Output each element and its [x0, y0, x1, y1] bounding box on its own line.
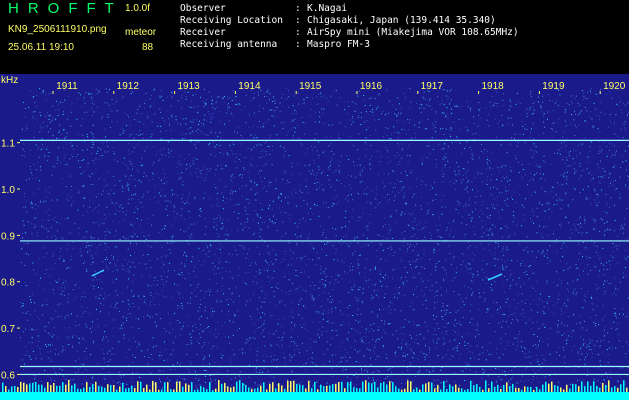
version-label: 1.0.0f: [125, 3, 151, 14]
info-value: Maspro FM-3: [307, 39, 370, 50]
meteor-count: 88: [142, 42, 154, 53]
y-tick-label: 1.1: [1, 139, 15, 150]
info-row-observer: Observer: K.Nagai: [180, 3, 519, 15]
info-row-receiver: Receiver: AirSpy mini (Miakejima VOR 108.…: [180, 27, 519, 39]
filename-label: KN9_2506111910.png: [8, 24, 107, 35]
info-separator: :: [295, 15, 301, 26]
x-tick-label: 1915: [299, 81, 322, 92]
info-value: K.Nagai: [307, 3, 348, 14]
mode-label: meteor: [125, 27, 157, 38]
info-key: Observer: [180, 3, 226, 14]
info-value: AirSpy mini (Miakejima VOR 108.65MHz): [307, 27, 519, 38]
y-axis-unit: kHz: [1, 75, 18, 86]
info-separator: :: [295, 39, 301, 50]
waterfall-background: [0, 74, 629, 400]
x-tick-label: 1920: [603, 81, 626, 92]
info-separator: :: [295, 3, 301, 14]
y-tick-label: 0.8: [1, 278, 15, 289]
datetime-label: 25.06.11 19:10: [8, 42, 74, 53]
info-key: Receiving Location: [180, 15, 283, 26]
info-key: Receiver: [180, 27, 226, 38]
y-tick-label: 0.7: [1, 324, 15, 335]
info-value: Chigasaki, Japan (139.414 35.340): [307, 15, 496, 26]
x-tick-label: 1911: [56, 81, 78, 92]
info-key: Receiving antenna: [180, 39, 278, 50]
y-tick-label: 0.9: [1, 231, 15, 242]
info-row-antenna: Receiving antenna: Maspro FM-3: [180, 39, 519, 51]
x-tick-label: 1913: [177, 81, 200, 92]
x-tick-label: 1918: [481, 81, 504, 92]
info-separator: :: [295, 27, 301, 38]
station-info: Observer: K.Nagai Receiving Location: Chig…: [180, 3, 519, 51]
waterfall-spectrogram: kHz 1.1 1.0 0.9 0.8 0.7 0.6 1911 1912 1913 1914 191…: [0, 74, 629, 400]
x-tick-label: 1919: [542, 81, 565, 92]
x-tick-label: 1917: [421, 81, 444, 92]
y-tick-label: 0.6: [1, 370, 15, 381]
header-panel: HROFFT 1.0.0f KN9_2506111910.png meteor …: [0, 0, 629, 74]
waterfall-panel: kHz 1.1 1.0 0.9 0.8 0.7 0.6 1911 1912 1913 1914 191…: [0, 74, 629, 400]
y-tick-label: 1.0: [1, 185, 15, 196]
info-row-location: Receiving Location: Chigasaki, Japan (139…: [180, 15, 519, 27]
x-tick-label: 1916: [360, 81, 383, 92]
app-title: HROFFT: [8, 0, 123, 17]
x-tick-label: 1914: [238, 81, 261, 92]
x-tick-label: 1912: [117, 81, 140, 92]
